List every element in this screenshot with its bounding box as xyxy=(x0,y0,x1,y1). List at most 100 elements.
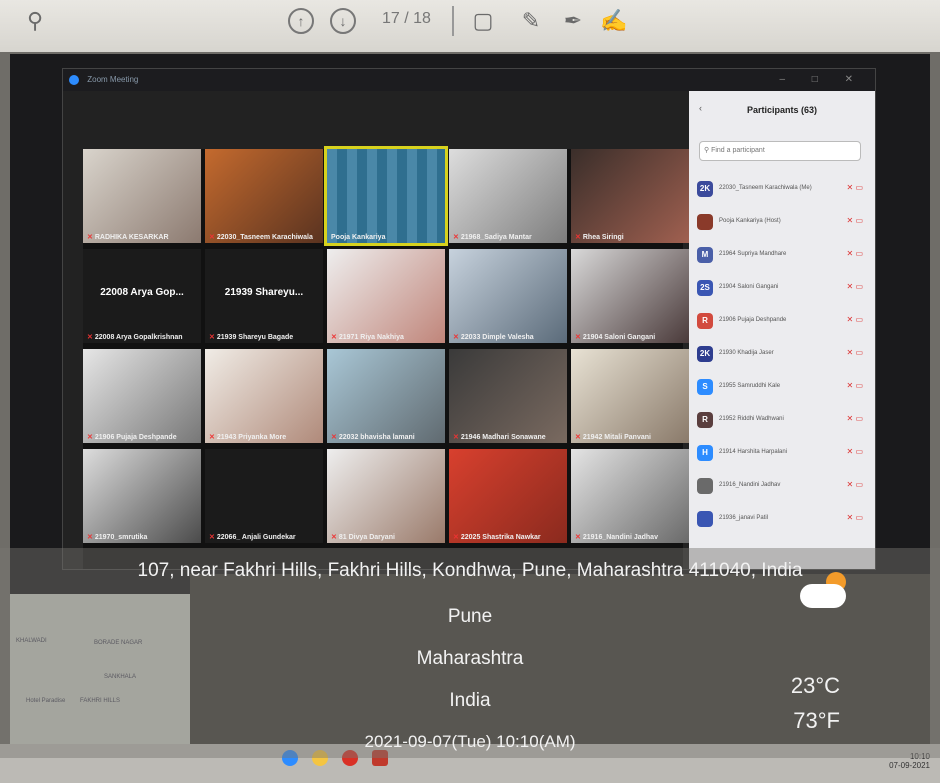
participant-row[interactable]: M 21964 Supriya Mandhare ✕ ▭ xyxy=(697,241,867,274)
participant-video xyxy=(327,449,445,543)
geotag-datetime: 2021-09-07(Tue) 10:10(AM) xyxy=(364,732,576,751)
participant-list-name: 21916_Nandini Jadhav xyxy=(719,482,781,488)
participant-avatar xyxy=(697,214,713,230)
video-tile[interactable]: ✕ 22066_ Anjali Gundekar xyxy=(205,449,323,543)
participant-video xyxy=(449,249,567,343)
participant-row[interactable]: 2K 22030_Tasneem Karachiwala (Me) ✕ ▭ xyxy=(697,175,867,208)
video-tile[interactable]: 21939 Shareyu... ✕ 21939 Shareyu Bagade xyxy=(205,249,323,343)
page-up-icon[interactable]: ↑ xyxy=(288,8,314,34)
muted-mic-video-icon[interactable]: ✕ ▭ xyxy=(847,216,863,225)
window-controls[interactable]: – □ ✕ xyxy=(779,69,865,91)
search-icon[interactable]: ⚲ xyxy=(22,8,48,34)
video-tile[interactable]: 22008 Arya Gop... ✕ 22008 Arya Gopalkrish… xyxy=(83,249,201,343)
page-current[interactable]: 17 xyxy=(382,10,400,27)
participant-name: ✕ 21906 Pujaja Deshpande xyxy=(87,434,177,441)
participant-row[interactable]: R 21906 Pujaja Deshpande ✕ ▭ xyxy=(697,307,867,340)
muted-mic-video-icon[interactable]: ✕ ▭ xyxy=(847,480,863,489)
cloud-shape xyxy=(800,584,846,608)
participant-row[interactable]: S 21955 Samruddhi Kale ✕ ▭ xyxy=(697,373,867,406)
muted-mic-video-icon[interactable]: ✕ ▭ xyxy=(847,249,863,258)
active-speaker-tile[interactable]: Pooja Kankariya xyxy=(324,146,448,246)
video-tile[interactable]: ✕ 22033 Dimple Valesha xyxy=(449,249,567,343)
participant-avatar xyxy=(697,478,713,494)
participant-list-name: Pooja Kankariya (Host) xyxy=(719,218,781,224)
participant-list-name: 21952 Riddhi Wadhwani xyxy=(719,416,784,422)
participant-name-placeholder: 21939 Shareyu... xyxy=(224,287,304,298)
participant-name: ✕ 21904 Saloni Gangani xyxy=(575,334,656,341)
video-tile[interactable]: ✕ 22025 Shastrika Nawkar xyxy=(449,449,567,543)
participant-row[interactable]: 21916_Nandini Jadhav ✕ ▭ xyxy=(697,472,867,505)
video-tile[interactable]: ✕ 21906 Pujaja Deshpande xyxy=(83,349,201,443)
video-tile[interactable]: ✕ 21968_Sadiya Mantar xyxy=(449,149,567,243)
window-title: Zoom Meeting xyxy=(87,75,139,84)
video-tile[interactable]: ✕ 81 Divya Daryani xyxy=(327,449,445,543)
participant-name: Pooja Kankariya xyxy=(331,234,386,241)
participant-video xyxy=(327,349,445,443)
participant-name: ✕ 22030_Tasneem Karachiwala xyxy=(209,234,313,241)
zoom-meeting-window: Zoom Meeting – □ ✕ ✕ RADHIKA KESARKAR ✕ 22… xyxy=(62,68,876,570)
participant-name: ✕ 22032 bhavisha lamani xyxy=(331,434,415,441)
video-tile[interactable]: ✕ 21916_Nandini Jadhav xyxy=(571,449,689,543)
video-tile[interactable]: ✕ 21971 Riya Nakhiya xyxy=(327,249,445,343)
comment-icon[interactable]: ▢ xyxy=(470,8,496,34)
video-tile[interactable]: ✕ 21943 Priyanka More xyxy=(205,349,323,443)
pen-icon[interactable]: ✎ xyxy=(518,8,544,34)
muted-mic-video-icon[interactable]: ✕ ▭ xyxy=(847,381,863,390)
participant-video xyxy=(449,349,567,443)
video-tile[interactable]: ✕ 21904 Saloni Gangani xyxy=(571,249,689,343)
participant-row[interactable]: 2K 21930 Khadija Jaser ✕ ▭ xyxy=(697,340,867,373)
participant-video xyxy=(205,149,323,243)
muted-mic-video-icon[interactable]: ✕ ▭ xyxy=(847,414,863,423)
participant-list-name: 21930 Khadija Jaser xyxy=(719,350,774,356)
window-titlebar: Zoom Meeting – □ ✕ xyxy=(63,69,875,91)
participant-row[interactable]: H 21914 Harshita Harpalani ✕ ▭ xyxy=(697,439,867,472)
participant-row[interactable]: Pooja Kankariya (Host) ✕ ▭ xyxy=(697,208,867,241)
video-tile[interactable]: ✕ 21942 Mitali Panvani xyxy=(571,349,689,443)
participant-row[interactable]: 21936_janavi Patil ✕ ▭ xyxy=(697,505,867,538)
participant-video xyxy=(327,249,445,343)
zoom-logo-icon xyxy=(69,74,79,85)
temperature-celsius: 23°C xyxy=(790,673,840,698)
participant-name: ✕ 22025 Shastrika Nawkar xyxy=(453,534,541,541)
muted-mic-video-icon[interactable]: ✕ ▭ xyxy=(847,513,863,522)
page-indicator: 17 / 18 xyxy=(382,10,431,28)
participant-avatar xyxy=(697,511,713,527)
muted-mic-video-icon[interactable]: ✕ ▭ xyxy=(847,282,863,291)
geotag-state: Maharashtra xyxy=(416,648,524,669)
sign-icon[interactable]: ✍ xyxy=(600,8,627,34)
muted-mic-video-icon[interactable]: ✕ ▭ xyxy=(847,183,863,192)
participants-title: Participants (63) xyxy=(746,105,818,115)
video-tile[interactable]: ✕ 21970_smrutika xyxy=(83,449,201,543)
highlight-icon[interactable]: ✒ xyxy=(560,8,586,34)
participant-search-input[interactable]: ⚲ Find a participant xyxy=(699,141,861,161)
video-tile[interactable]: ✕ 22030_Tasneem Karachiwala xyxy=(205,149,323,243)
participant-list-name: 21936_janavi Patil xyxy=(719,515,769,521)
page-down-icon[interactable]: ↓ xyxy=(330,8,356,34)
video-tile[interactable]: ✕ 21946 Madhari Sonawane xyxy=(449,349,567,443)
muted-mic-video-icon[interactable]: ✕ ▭ xyxy=(847,315,863,324)
participant-video xyxy=(205,349,323,443)
participant-row[interactable]: 2S 21904 Saloni Gangani ✕ ▭ xyxy=(697,274,867,307)
tray-date: 07-09-2021 xyxy=(889,761,930,770)
participant-name: ✕ 21939 Shareyu Bagade xyxy=(209,334,294,341)
participant-list-name: 21906 Pujaja Deshpande xyxy=(719,317,787,323)
page-separator: / xyxy=(404,10,409,27)
geotag-overlay: 107, near Fakhri Hills, Fakhri Hills, Ko… xyxy=(0,548,940,758)
participant-video xyxy=(449,449,567,543)
participant-video xyxy=(571,349,689,443)
muted-mic-video-icon[interactable]: ✕ ▭ xyxy=(847,348,863,357)
participant-row[interactable]: R 21952 Riddhi Wadhwani ✕ ▭ xyxy=(697,406,867,439)
video-tile[interactable]: ✕ RADHIKA KESARKAR xyxy=(83,149,201,243)
video-tile[interactable]: ✕ 22032 bhavisha lamani xyxy=(327,349,445,443)
participant-video xyxy=(571,249,689,343)
participant-avatar: R xyxy=(697,412,713,428)
video-tile[interactable]: ✕ Rhea Siringi xyxy=(571,149,689,243)
participant-name: ✕ RADHIKA KESARKAR xyxy=(87,234,169,241)
participant-name: ✕ 21942 Mitali Panvani xyxy=(575,434,651,441)
participant-list-name: 22030_Tasneem Karachiwala (Me) xyxy=(719,185,812,191)
participant-video xyxy=(83,149,201,243)
participant-list-name: 21904 Saloni Gangani xyxy=(719,284,779,290)
muted-mic-video-icon[interactable]: ✕ ▭ xyxy=(847,447,863,456)
participant-name: ✕ 21943 Priyanka More xyxy=(209,434,287,441)
gallery-view: ✕ RADHIKA KESARKAR ✕ 22030_Tasneem Karachi… xyxy=(83,146,689,569)
